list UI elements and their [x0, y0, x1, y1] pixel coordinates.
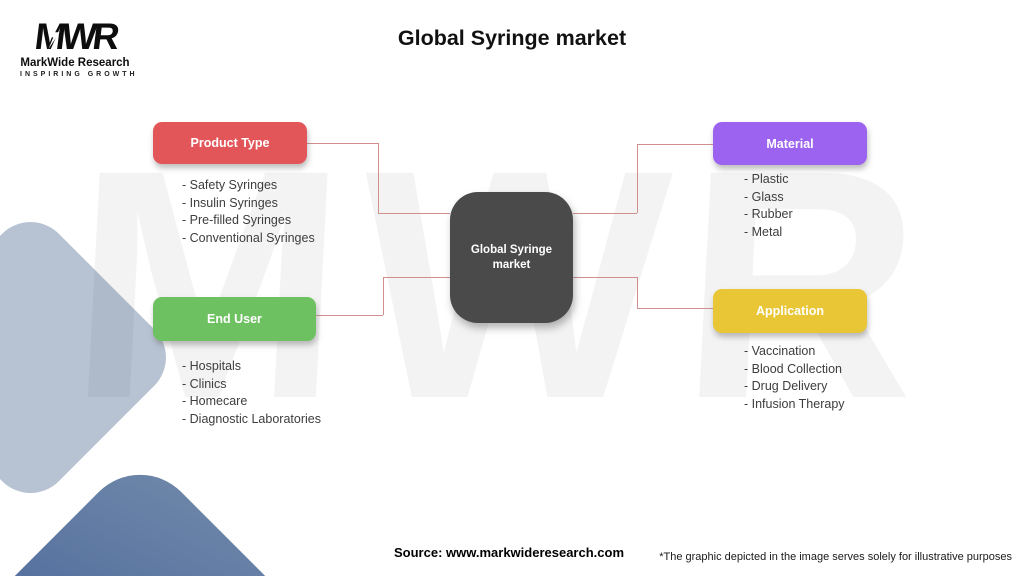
list-item: - Rubber	[744, 207, 793, 222]
node-application-label: Application	[755, 304, 825, 318]
connector-material-h2	[637, 144, 713, 145]
node-end-user: End User	[153, 297, 316, 341]
list-item: - Safety Syringes	[182, 178, 278, 192]
list-item: - Homecare	[182, 394, 248, 409]
list-item: - Clinics	[182, 376, 227, 391]
list-item: - Vaccination	[744, 344, 816, 358]
node-material: Material	[713, 122, 867, 165]
node-material-label: Material	[766, 136, 814, 151]
node-end-user-label: End User	[207, 312, 262, 326]
node-product-type: Product Type	[153, 122, 307, 164]
list-item: - Blood Collection	[744, 361, 842, 376]
connector-end-user-v	[383, 277, 384, 315]
product-type-items: - Safety Syringes - Insulin Syringes - P…	[182, 177, 315, 247]
connector-end-user-h2	[316, 315, 383, 316]
node-product-type-label: Product Type	[190, 136, 270, 150]
material-items: - Plastic - Glass - Rubber - Metal	[744, 171, 793, 241]
list-item: - Conventional Syringes	[182, 230, 315, 245]
connector-product-type-v	[378, 143, 379, 213]
node-center-label: Global Syringe market	[470, 244, 553, 271]
page-title: Global Syringe market	[397, 26, 627, 50]
connector-product-type-h2	[378, 213, 450, 214]
logo-tagline: INSPIRING GROWTH	[20, 71, 138, 78]
connector-application-v	[637, 277, 638, 308]
connector-material-v	[637, 144, 638, 213]
list-item: - Metal	[744, 224, 783, 239]
connector-application-h2	[637, 308, 713, 309]
list-item: - Glass	[744, 189, 784, 204]
infographic-canvas: MWR MWR MarkWide Research INSPIRING GROW…	[0, 0, 1024, 576]
connector-product-type-h1	[307, 143, 378, 144]
list-item: - Plastic	[744, 172, 789, 186]
list-item: - Drug Delivery	[744, 379, 828, 394]
connector-application-h1	[573, 277, 637, 278]
end-user-items: - Hospitals - Clinics - Homecare - Diagn…	[182, 358, 321, 428]
disclaimer-note: *The graphic depicted in the image serve…	[659, 551, 1012, 563]
source-credit: Source: www.markwideresearch.com	[394, 545, 625, 560]
connector-material-h1	[573, 213, 637, 214]
application-items: - Vaccination - Blood Collection - Drug …	[744, 343, 845, 413]
node-center: Global Syringe market	[450, 192, 573, 323]
list-item: - Hospitals	[182, 359, 242, 373]
list-item: - Diagnostic Laboratories	[182, 411, 321, 426]
logo-name: MarkWide Research	[20, 57, 130, 69]
list-item: - Insulin Syringes	[182, 195, 278, 210]
connector-end-user-h1	[383, 277, 450, 278]
list-item: - Pre-filled Syringes	[182, 213, 292, 228]
node-application: Application	[713, 289, 867, 333]
list-item: - Infusion Therapy	[744, 396, 845, 411]
